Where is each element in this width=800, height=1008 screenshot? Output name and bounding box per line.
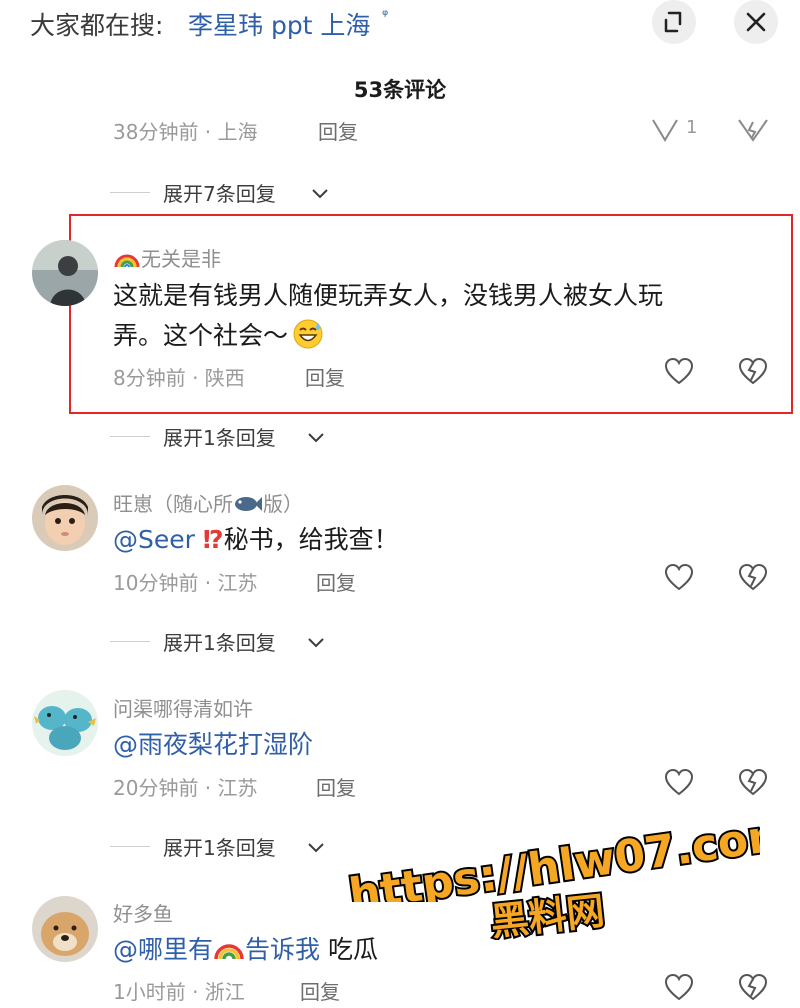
comment-meta: 8分钟前 · 陕西	[113, 366, 245, 390]
expand-replies-label: 展开1条回复	[163, 631, 276, 655]
like-button[interactable]	[663, 562, 695, 598]
like-button[interactable]	[650, 118, 690, 144]
heart-icon	[664, 563, 694, 591]
expand-replies-button[interactable]: 展开1条回复	[110, 422, 350, 452]
comment-text: @哪里有 告诉我 吃瓜	[113, 935, 378, 964]
comment-meta: 38分钟前 · 上海	[113, 120, 258, 142]
mention-link[interactable]: @Seer	[113, 525, 195, 554]
search-suggestion-link[interactable]: 李星玮 ppt 上海	[188, 6, 370, 42]
chevron-down-icon	[308, 843, 324, 853]
broken-heart-icon	[738, 563, 768, 591]
heart-icon	[664, 973, 694, 1001]
comment-meta: 20分钟前 · 江苏	[113, 776, 258, 800]
heart-icon	[664, 357, 694, 385]
chevron-down-icon	[308, 433, 324, 443]
expand-replies-button[interactable]: 展开1条回复	[110, 832, 350, 862]
comment-count-title: 53条评论	[353, 78, 447, 102]
dislike-button[interactable]	[737, 767, 769, 803]
avatar[interactable]	[32, 240, 98, 306]
expand-button[interactable]	[652, 0, 696, 44]
avatar[interactable]	[32, 896, 98, 962]
mention-link[interactable]: @雨夜梨花打湿阶	[113, 730, 313, 759]
expand-replies-button[interactable]: 展开1条回复	[110, 627, 350, 657]
divider-line	[110, 641, 150, 642]
reply-button[interactable]: 回复	[316, 567, 356, 596]
heart-icon	[652, 119, 678, 142]
rainbow-emoji	[213, 933, 245, 960]
expand-icon	[664, 11, 682, 33]
reply-button[interactable]: 回复	[318, 120, 358, 142]
comment-text: @Seer ⁉秘书，给我查！	[113, 525, 399, 554]
dislike-button[interactable]	[737, 972, 769, 1008]
chevron-down-icon	[312, 189, 328, 199]
broken-heart-icon	[738, 768, 768, 796]
laugh-sweat-emoji	[292, 318, 324, 350]
username[interactable]: 好多鱼	[113, 898, 173, 927]
like-button[interactable]	[663, 972, 695, 1008]
broken-heart-icon	[738, 973, 768, 1001]
avatar[interactable]	[32, 485, 98, 551]
search-mark-icon: ᵠ	[382, 6, 389, 24]
divider-line	[110, 436, 150, 437]
broken-heart-icon	[738, 357, 768, 385]
heart-icon	[664, 768, 694, 796]
reply-button[interactable]: 回复	[316, 772, 356, 801]
expand-replies-label: 展开1条回复	[163, 836, 276, 860]
watermark-site: 黑料网	[487, 886, 609, 940]
exclamation-question-emoji: ⁉	[202, 525, 224, 554]
search-prefix: 大家都在搜:	[30, 11, 164, 40]
comment-meta: 10分钟前 · 江苏	[113, 571, 258, 595]
svg-text:黑料网: 黑料网	[489, 888, 607, 940]
comment-meta: 1小时前 · 浙江	[113, 980, 245, 1004]
divider-line	[110, 846, 150, 847]
like-button[interactable]	[663, 356, 695, 392]
comment-text: 这就是有钱男人随便玩弄女人，没钱男人被女人玩 弄。这个社会～	[113, 281, 664, 350]
dislike-button[interactable]	[736, 118, 770, 144]
reply-button[interactable]: 回复	[300, 976, 340, 1005]
fish-emoji	[233, 494, 263, 514]
username[interactable]: 问渠哪得清如许	[113, 693, 253, 722]
like-count: 1	[686, 117, 698, 138]
divider-line	[110, 192, 150, 193]
expand-replies-button[interactable]: 展开7条回复	[110, 178, 350, 208]
reply-button[interactable]: 回复	[305, 362, 345, 391]
comment-text: @雨夜梨花打湿阶	[113, 725, 753, 765]
broken-heart-icon	[738, 119, 768, 142]
rainbow-emoji	[113, 247, 141, 269]
mention-link[interactable]: @哪里有 告诉我	[113, 935, 320, 964]
dislike-button[interactable]	[737, 562, 769, 598]
expand-replies-label: 展开7条回复	[163, 182, 276, 206]
dislike-button[interactable]	[737, 356, 769, 392]
avatar[interactable]	[32, 690, 98, 756]
expand-replies-label: 展开1条回复	[163, 426, 276, 450]
close-button[interactable]	[734, 0, 778, 44]
top-bar: 大家都在搜: 李星玮 ppt 上海 ᵠ	[0, 0, 800, 48]
username[interactable]: 旺崽（随心所 版）	[113, 488, 303, 517]
chevron-down-icon	[308, 638, 324, 648]
username[interactable]: 无关是非	[113, 243, 221, 272]
close-icon	[746, 12, 766, 32]
like-button[interactable]	[663, 767, 695, 803]
